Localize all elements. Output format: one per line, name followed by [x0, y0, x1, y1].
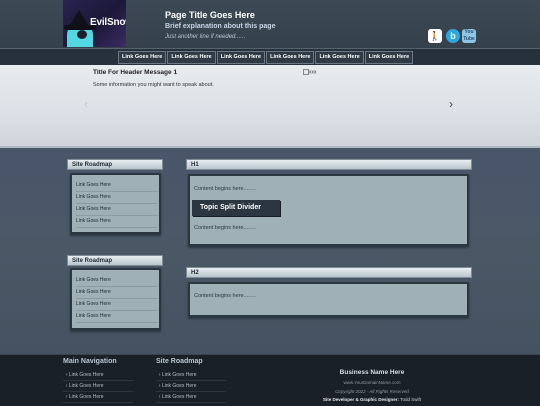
slider-next-arrow[interactable]: ›	[449, 97, 453, 111]
content-box-title: H2	[186, 267, 472, 278]
sidebar-box-title: Site Roadmap	[67, 255, 163, 266]
footer-main-nav-title: Main Navigation	[63, 358, 117, 365]
footer-link[interactable]: › Link Goes Here	[156, 370, 226, 381]
slider-prev-arrow[interactable]: ‹	[84, 97, 88, 111]
content-text: Content begins here........	[194, 293, 256, 299]
header-slider	[0, 65, 540, 148]
content-box: Content begins here........ Topic Split …	[188, 174, 469, 246]
nav-link[interactable]: Link Goes Here	[315, 51, 364, 64]
youtube-icon[interactable]: You Tube	[462, 29, 476, 43]
sidebar-link[interactable]: Link Goes Here	[76, 204, 158, 216]
footer-link[interactable]: › Link Goes Here	[156, 392, 226, 403]
youtube-label-bottom: Tube	[463, 36, 475, 42]
slide-image-alt: xxx	[309, 69, 317, 76]
sidebar-link[interactable]: Link Goes Here	[76, 180, 158, 192]
footer-link-label: Link Goes Here	[68, 372, 104, 378]
business-url[interactable]: www.YourDomainName.com	[282, 380, 462, 385]
sidebar-link[interactable]: Link Goes Here	[76, 287, 158, 299]
footer-link[interactable]: › Link Goes Here	[63, 370, 133, 381]
slide-title: Title For Header Message 1	[93, 69, 178, 76]
sidebar-link[interactable]: Link Goes Here	[76, 192, 158, 204]
person-icon[interactable]: 🚶	[428, 29, 442, 43]
nav-link[interactable]: Link Goes Here	[216, 51, 266, 64]
page-subtitle: Brief explanation about this page	[165, 23, 276, 30]
copyright-text: Copyright 2022 - All Rights Reserved	[335, 389, 409, 394]
content-text: Content begins here........	[194, 225, 256, 231]
page-title: Page Title Goes Here	[165, 10, 255, 20]
nav-link[interactable]: Link Goes Here	[118, 51, 167, 64]
nav-bar: Link Goes Here Link Goes Here Link Goes …	[0, 48, 540, 66]
sidebar-link[interactable]: Link Goes Here	[76, 311, 158, 323]
topic-divider: Topic Split Divider	[192, 200, 280, 216]
sidebar-list: Link Goes Here Link Goes Here Link Goes …	[76, 275, 158, 323]
nav-link[interactable]: Link Goes Here	[364, 51, 414, 64]
sidebar-list: Link Goes Here Link Goes Here Link Goes …	[76, 180, 158, 228]
footer-roadmap-list: › Link Goes Here › Link Goes Here › Link…	[156, 370, 226, 403]
nav-link[interactable]: Link Goes Here	[167, 51, 216, 64]
content-text: Content begins here........	[194, 186, 256, 192]
footer-link-label: Link Goes Here	[68, 394, 104, 400]
wizard-face-graphic	[77, 30, 87, 39]
wizard-hat-graphic	[69, 10, 89, 26]
business-name: Business Name Here	[339, 369, 405, 376]
footer-main-nav-list: › Link Goes Here › Link Goes Here › Link…	[63, 370, 133, 403]
content-box-title: H1	[186, 159, 472, 170]
developer-credit: Site Developer & Graphic Designer: Todd …	[282, 397, 462, 402]
nav-links: Link Goes Here Link Goes Here Link Goes …	[118, 51, 414, 64]
sidebar-box-title: Site Roadmap	[67, 159, 163, 170]
sidebar-link[interactable]: Link Goes Here	[76, 275, 158, 287]
content-box: Content begins here........	[188, 282, 469, 317]
developer-label: Site Developer & Graphic Designer:	[323, 397, 400, 402]
site-logo[interactable]: EvilSnow	[63, 0, 126, 47]
youtube-label-top: You	[464, 29, 474, 35]
footer-link[interactable]: › Link Goes Here	[156, 381, 226, 392]
slide-image-placeholder: xxx	[303, 69, 317, 75]
logo-text: EvilSnow	[90, 17, 126, 28]
developer-name: Todd Swift	[400, 397, 421, 402]
sidebar-link[interactable]: Link Goes Here	[76, 299, 158, 311]
sidebar-box: Link Goes Here Link Goes Here Link Goes …	[70, 173, 161, 234]
b-icon[interactable]: b	[446, 29, 460, 43]
nav-link[interactable]: Link Goes Here	[266, 51, 315, 64]
footer-link-label: Link Goes Here	[161, 383, 197, 389]
slide-info: Some information you might want to speak…	[93, 82, 214, 88]
footer-link-label: Link Goes Here	[68, 383, 104, 389]
footer-link-label: Link Goes Here	[161, 394, 197, 400]
footer-link-label: Link Goes Here	[161, 372, 197, 378]
sidebar-link[interactable]: Link Goes Here	[76, 216, 158, 228]
footer-link[interactable]: › Link Goes Here	[63, 381, 133, 392]
footer-roadmap-title: Site Roadmap	[156, 358, 203, 365]
sidebar-box: Link Goes Here Link Goes Here Link Goes …	[70, 268, 161, 330]
page-tagline: Just another line if needed......	[165, 34, 246, 40]
footer-link[interactable]: › Link Goes Here	[63, 392, 133, 403]
